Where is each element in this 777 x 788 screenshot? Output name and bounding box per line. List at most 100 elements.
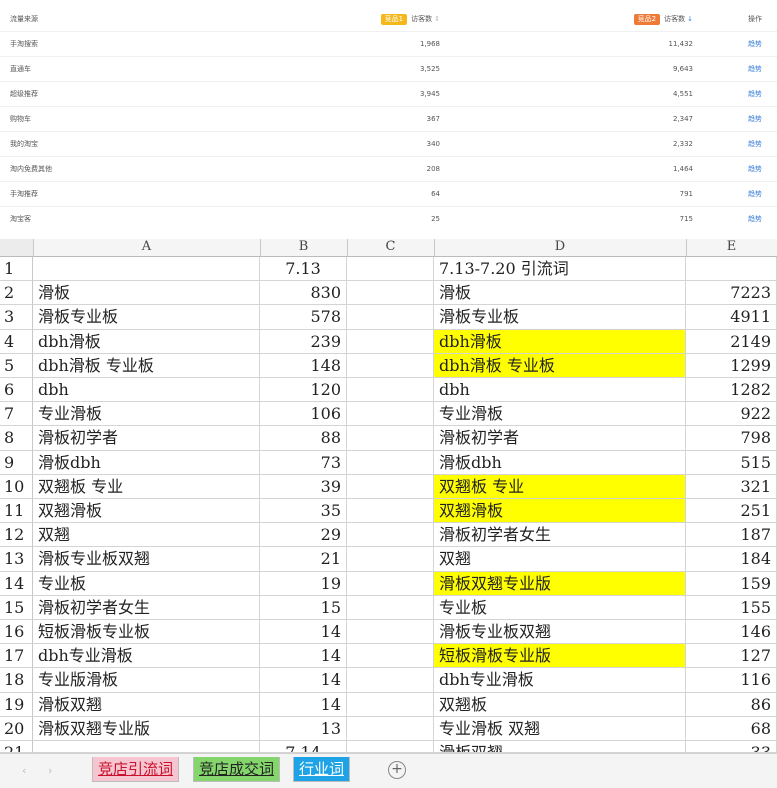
cell-d17[interactable]: 短板滑板专业版 <box>434 644 686 669</box>
cell-c21[interactable] <box>347 741 434 753</box>
cell-d15[interactable]: 专业板 <box>434 595 686 620</box>
row-number[interactable]: 18 <box>0 668 33 693</box>
trend-link[interactable]: 趋势 <box>748 140 762 148</box>
cell-b9[interactable]: 73 <box>260 450 347 475</box>
cell-b17[interactable]: 14 <box>260 644 347 669</box>
cell-a9[interactable]: 滑板dbh <box>33 450 260 475</box>
cell-d18[interactable]: dbh专业滑板 <box>434 668 686 693</box>
cell-e14[interactable]: 159 <box>686 571 777 596</box>
tab-competitor-deal-words[interactable]: 竞店成交词 <box>193 757 281 782</box>
column-header-a[interactable]: A <box>33 239 261 256</box>
column-header-e[interactable]: E <box>686 239 777 256</box>
cell-d3[interactable]: 滑板专业板 <box>434 305 686 330</box>
cell-d7[interactable]: 专业滑板 <box>434 402 686 427</box>
cell-c19[interactable] <box>347 692 434 717</box>
tab-competitor-traffic-words[interactable]: 竞店引流词 <box>92 757 180 782</box>
cell-a4[interactable]: dbh滑板 <box>33 329 260 354</box>
row-number[interactable]: 19 <box>0 692 33 717</box>
cell-d12[interactable]: 滑板初学者女生 <box>434 523 686 548</box>
cell-c6[interactable] <box>347 378 434 403</box>
row-number[interactable]: 12 <box>0 523 33 548</box>
row-number[interactable]: 9 <box>0 450 33 475</box>
cell-b12[interactable]: 29 <box>260 523 347 548</box>
cell-d6[interactable]: dbh <box>434 378 686 403</box>
cell-b10[interactable]: 39 <box>260 474 347 499</box>
cell-d2[interactable]: 滑板 <box>434 281 686 306</box>
cell-e19[interactable]: 86 <box>686 692 777 717</box>
cell-a20[interactable]: 滑板双翘专业版 <box>33 716 260 741</box>
cell-e4[interactable]: 2149 <box>686 329 777 354</box>
cell-d13[interactable]: 双翘 <box>434 547 686 572</box>
cell-a10[interactable]: 双翘板 专业 <box>33 474 260 499</box>
cell-c4[interactable] <box>347 329 434 354</box>
cell-a12[interactable]: 双翘 <box>33 523 260 548</box>
cell-e5[interactable]: 1299 <box>686 353 777 378</box>
row-number[interactable]: 20 <box>0 716 33 741</box>
cell-d9[interactable]: 滑板dbh <box>434 450 686 475</box>
cell-d1[interactable]: 7.13-7.20 引流词 <box>434 257 686 282</box>
cell-d8[interactable]: 滑板初学者 <box>434 426 686 451</box>
trend-link[interactable]: 趋势 <box>748 115 762 123</box>
cell-c20[interactable] <box>347 716 434 741</box>
cell-a3[interactable]: 滑板专业板 <box>33 305 260 330</box>
cell-a17[interactable]: dbh专业滑板 <box>33 644 260 669</box>
cell-a5[interactable]: dbh滑板 专业板 <box>33 353 260 378</box>
sort-desc-icon[interactable]: ↓ <box>687 15 693 23</box>
cell-e7[interactable]: 922 <box>686 402 777 427</box>
cell-c17[interactable] <box>347 644 434 669</box>
cell-b21[interactable]: 7.14 <box>260 741 347 753</box>
row-number[interactable]: 4 <box>0 329 33 354</box>
trend-link[interactable]: 趋势 <box>748 165 762 173</box>
tab-industry-words[interactable]: 行业词 <box>293 757 351 782</box>
cell-e15[interactable]: 155 <box>686 595 777 620</box>
cell-e16[interactable]: 146 <box>686 620 777 645</box>
row-number[interactable]: 13 <box>0 547 33 572</box>
prev-sheet-icon[interactable]: ‹ <box>22 764 26 777</box>
sort-icon[interactable]: ⇕ <box>434 15 440 23</box>
row-number[interactable]: 2 <box>0 281 33 306</box>
cell-a18[interactable]: 专业版滑板 <box>33 668 260 693</box>
cell-d11[interactable]: 双翘滑板 <box>434 499 686 524</box>
cell-a16[interactable]: 短板滑板专业板 <box>33 620 260 645</box>
cell-c10[interactable] <box>347 474 434 499</box>
row-number[interactable]: 10 <box>0 474 33 499</box>
cell-d14[interactable]: 滑板双翘专业版 <box>434 571 686 596</box>
row-number[interactable]: 6 <box>0 378 33 403</box>
cell-e2[interactable]: 7223 <box>686 281 777 306</box>
cell-c18[interactable] <box>347 668 434 693</box>
cell-b1[interactable]: 7.13 <box>260 257 347 282</box>
shop2-visitors-header[interactable]: 竞品2 访客数 ↓ <box>633 9 693 29</box>
cell-d21[interactable]: 滑板双翘 <box>434 741 686 753</box>
row-number[interactable]: 3 <box>0 305 33 330</box>
cell-c5[interactable] <box>347 353 434 378</box>
cell-b11[interactable]: 35 <box>260 499 347 524</box>
cell-b18[interactable]: 14 <box>260 668 347 693</box>
cell-b3[interactable]: 578 <box>260 305 347 330</box>
cell-d10[interactable]: 双翘板 专业 <box>434 474 686 499</box>
cell-b19[interactable]: 14 <box>260 692 347 717</box>
cell-c1[interactable] <box>347 257 434 282</box>
cell-a8[interactable]: 滑板初学者 <box>33 426 260 451</box>
cell-a7[interactable]: 专业滑板 <box>33 402 260 427</box>
cell-c7[interactable] <box>347 402 434 427</box>
add-sheet-icon[interactable]: + <box>388 761 406 779</box>
cell-c14[interactable] <box>347 571 434 596</box>
cell-b7[interactable]: 106 <box>260 402 347 427</box>
row-number[interactable]: 15 <box>0 595 33 620</box>
cell-e17[interactable]: 127 <box>686 644 777 669</box>
cell-e9[interactable]: 515 <box>686 450 777 475</box>
row-number[interactable]: 7 <box>0 402 33 427</box>
cell-a11[interactable]: 双翘滑板 <box>33 499 260 524</box>
cell-e1[interactable] <box>686 257 777 282</box>
cell-a13[interactable]: 滑板专业板双翘 <box>33 547 260 572</box>
cell-d20[interactable]: 专业滑板 双翘 <box>434 716 686 741</box>
trend-link[interactable]: 趋势 <box>748 40 762 48</box>
column-header-d[interactable]: D <box>434 239 687 256</box>
cell-a15[interactable]: 滑板初学者女生 <box>33 595 260 620</box>
cell-a19[interactable]: 滑板双翘 <box>33 692 260 717</box>
cell-d5[interactable]: dbh滑板 专业板 <box>434 353 686 378</box>
row-number[interactable]: 1 <box>0 257 33 282</box>
cell-e8[interactable]: 798 <box>686 426 777 451</box>
cell-b20[interactable]: 13 <box>260 716 347 741</box>
column-header-b[interactable]: B <box>260 239 348 256</box>
